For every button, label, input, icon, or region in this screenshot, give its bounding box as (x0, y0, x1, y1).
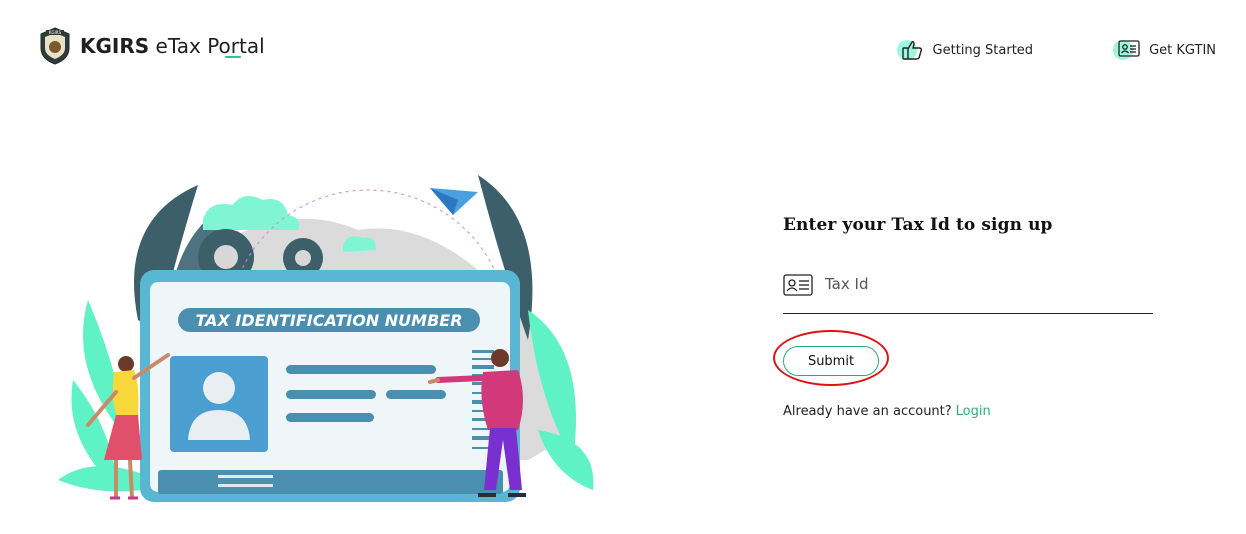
header: KGIRS KGIRS eTax Portal Getting Started (0, 0, 1246, 100)
top-nav: Getting Started Get KGTIN (896, 38, 1216, 62)
brand-name-light: eTax Portal (155, 34, 265, 58)
nav-getting-started[interactable]: Getting Started (896, 38, 1034, 62)
thumbs-up-icon (896, 38, 925, 62)
form-title: Enter your Tax Id to sign up (783, 215, 1053, 235)
brand[interactable]: KGIRS KGIRS eTax Portal (38, 26, 265, 66)
cloud-mint (203, 196, 300, 230)
id-card-icon (1113, 38, 1141, 62)
kgirs-logo: KGIRS (38, 26, 72, 66)
login-link[interactable]: Login (956, 404, 991, 419)
nav-getting-started-label: Getting Started (932, 42, 1034, 58)
tax-id-field (783, 267, 1153, 314)
nav-get-kgtin-label: Get KGTIN (1149, 42, 1216, 58)
tax-id-input[interactable] (823, 274, 1127, 294)
brand-underline (225, 56, 241, 58)
login-prompt: Already have an account? (783, 404, 952, 419)
svg-text:KGIRS: KGIRS (49, 30, 62, 35)
login-row: Already have an account? Login (783, 404, 1153, 419)
brand-name: KGIRS eTax Portal (80, 36, 265, 56)
page: KGIRS KGIRS eTax Portal Getting Started (0, 0, 1246, 534)
card-title: TAX IDENTIFICATION NUMBER (195, 311, 462, 330)
hero-illustration: TAX IDENTIFICATION NUMBER (58, 160, 618, 530)
nav-get-kgtin[interactable]: Get KGTIN (1113, 38, 1216, 62)
submit-area: Submit (773, 330, 1153, 386)
signup-form: Enter your Tax Id to sign up Submit Alre… (773, 215, 1153, 419)
id-card-icon (783, 274, 813, 296)
submit-button[interactable]: Submit (783, 346, 879, 376)
brand-name-strong: KGIRS (80, 34, 150, 58)
